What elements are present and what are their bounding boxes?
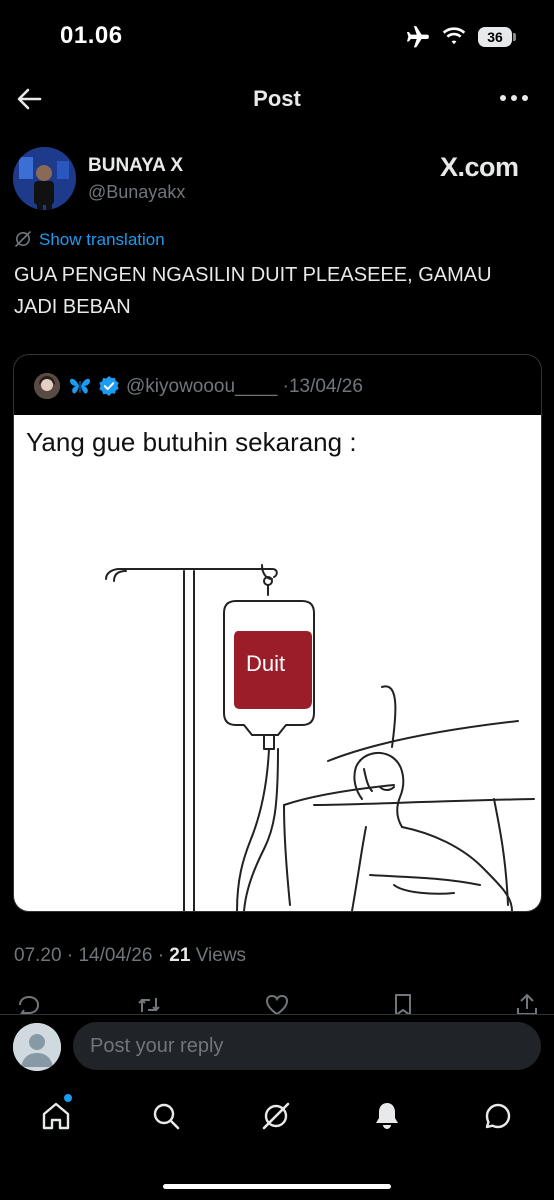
- bookmark-icon[interactable]: [390, 992, 416, 1014]
- grok-icon: [262, 1102, 290, 1130]
- like-icon[interactable]: [264, 992, 290, 1014]
- home-icon: [42, 1102, 70, 1130]
- post-meta: 07.20 · 14/04/26 · 21 Views: [14, 945, 246, 967]
- battery-cap: [513, 33, 516, 41]
- x-com-watermark: X.com: [440, 152, 519, 182]
- bag-label: Duit: [246, 651, 286, 676]
- notification-dot: [64, 1094, 72, 1102]
- search-icon: [153, 1103, 180, 1130]
- quoted-author-avatar[interactable]: [34, 373, 60, 399]
- verified-badge-icon: [99, 376, 119, 396]
- battery-indicator: 36: [478, 27, 512, 47]
- repost-icon[interactable]: [136, 992, 162, 1014]
- post-date: 14/04/26: [78, 945, 153, 966]
- show-translation-link[interactable]: Show translation: [39, 230, 165, 250]
- nav-messages[interactable]: [480, 1098, 516, 1134]
- message-icon: [485, 1103, 511, 1129]
- butterfly-emoji-icon: [70, 378, 90, 394]
- reply-input[interactable]: [73, 1022, 541, 1070]
- post-time: 07.20: [14, 945, 62, 966]
- views-label: Views: [195, 945, 247, 966]
- quoted-image[interactable]: Yang gue butuhin sekarang : Duit: [14, 415, 541, 911]
- grok-icon: [15, 231, 31, 247]
- dot-separator: ·: [66, 945, 74, 966]
- nav-grok[interactable]: [258, 1098, 294, 1134]
- post-actions: [0, 988, 554, 1014]
- quoted-post-card[interactable]: @kiyowooou____ ·13/04/26 Yang gue butuhi…: [13, 354, 542, 912]
- views-count: 21: [169, 945, 191, 966]
- wifi-icon: [442, 27, 466, 45]
- quoted-date: 13/04/26: [288, 376, 363, 397]
- nav-notifications[interactable]: [369, 1098, 405, 1134]
- home-indicator: [163, 1184, 391, 1189]
- nav-home[interactable]: [38, 1098, 74, 1134]
- quoted-handle-date[interactable]: @kiyowooou____ ·13/04/26: [126, 376, 363, 398]
- nav-search[interactable]: [148, 1098, 184, 1134]
- user-avatar[interactable]: [13, 1023, 61, 1071]
- post-text: GUA PENGEN NGASILIN DUIT PLEASEEE, GAMAU…: [14, 264, 492, 318]
- airplane-mode-icon: [406, 26, 429, 48]
- author-name[interactable]: BUNAYA X: [88, 155, 183, 177]
- more-options-icon[interactable]: [498, 88, 530, 108]
- author-avatar[interactable]: [13, 147, 76, 210]
- dot-separator: ·: [157, 945, 165, 966]
- page-title: Post: [253, 86, 301, 111]
- bell-icon: [376, 1103, 398, 1129]
- share-icon[interactable]: [514, 992, 540, 1014]
- author-handle[interactable]: @Bunayakx: [88, 182, 185, 203]
- reply-icon[interactable]: [16, 992, 42, 1014]
- status-time: 01.06: [60, 22, 123, 49]
- quoted-handle[interactable]: @kiyowooou____: [126, 376, 277, 397]
